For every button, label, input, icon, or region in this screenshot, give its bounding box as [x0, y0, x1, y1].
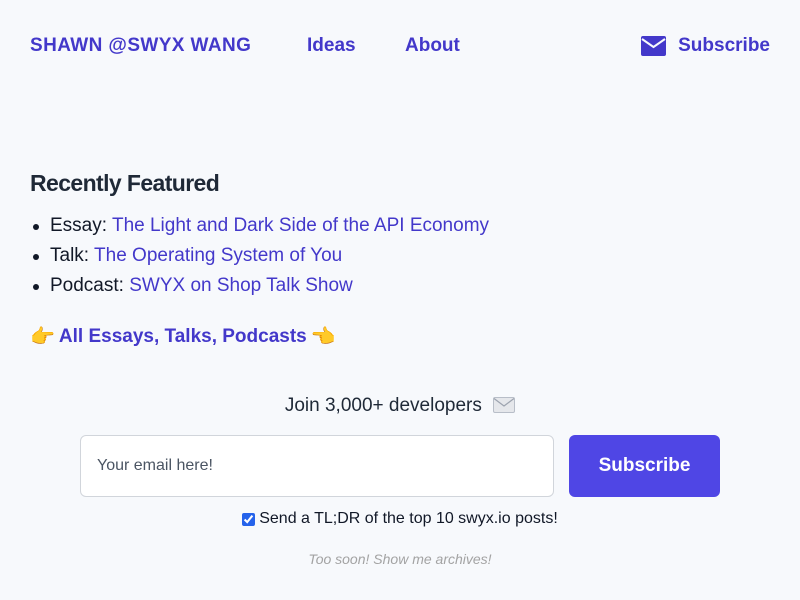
list-item: Talk: The Operating System of You: [30, 241, 730, 271]
featured-link-podcast[interactable]: SWYX on Shop Talk Show: [129, 275, 353, 296]
brand-link[interactable]: SHAWN @SWYX WANG: [30, 35, 251, 57]
join-text: Join 3,000+ developers: [284, 395, 482, 416]
all-content-label: All Essays, Talks, Podcasts: [58, 325, 307, 347]
envelope-icon: [641, 36, 667, 56]
archives-link[interactable]: Too soon! Show me archives!: [0, 551, 800, 567]
subscribe-button[interactable]: Subscribe: [569, 435, 720, 497]
nav-item-ideas[interactable]: Ideas: [307, 35, 356, 57]
tldr-option[interactable]: Send a TL;DR of the top 10 swyx.io posts…: [0, 510, 800, 528]
nav-item-about[interactable]: About: [405, 35, 460, 57]
featured-link-talk[interactable]: The Operating System of You: [94, 245, 342, 266]
item-prefix: Talk:: [50, 245, 95, 266]
list-item: Essay: The Light and Dark Side of the AP…: [30, 211, 730, 241]
tldr-checkbox[interactable]: [242, 512, 256, 526]
newsletter-heading: Join 3,000+ developers: [0, 395, 800, 417]
nav-subscribe-label: Subscribe: [678, 35, 770, 56]
list-item: Podcast: SWYX on Shop Talk Show: [30, 271, 730, 301]
item-prefix: Podcast:: [50, 275, 130, 296]
all-content-link[interactable]: 👉 All Essays, Talks, Podcasts 👈: [30, 324, 336, 349]
pointing-left-icon: 👈: [310, 326, 336, 348]
recently-featured-section: Recently Featured Essay: The Light and D…: [30, 170, 730, 301]
section-heading: Recently Featured: [30, 170, 220, 196]
top-nav: SHAWN @SWYX WANG Ideas About Subscribe: [0, 0, 800, 92]
email-input[interactable]: [80, 435, 554, 497]
nav-subscribe-link[interactable]: Subscribe: [641, 35, 770, 57]
tldr-label: Send a TL;DR of the top 10 swyx.io posts…: [259, 510, 558, 527]
item-prefix: Essay:: [50, 215, 112, 236]
featured-link-essay[interactable]: The Light and Dark Side of the API Econo…: [112, 215, 489, 236]
featured-list: Essay: The Light and Dark Side of the AP…: [30, 211, 730, 301]
envelope-icon: [493, 397, 516, 413]
pointing-right-icon: 👉: [30, 326, 55, 348]
